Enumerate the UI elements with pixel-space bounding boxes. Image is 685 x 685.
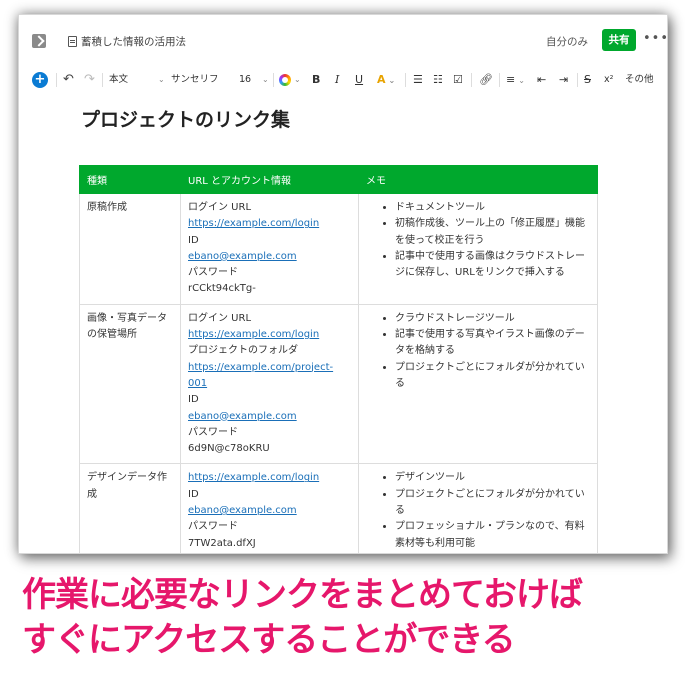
chevron-down-icon: ⌄ <box>262 75 269 84</box>
font-size-dropdown[interactable]: 16 ⌄ <box>239 67 275 93</box>
checklist-icon[interactable]: ☑ <box>453 67 463 93</box>
bold-button[interactable]: B <box>312 67 320 93</box>
app-window: 蓄積した情報の活用法 自分のみ 共有 ••• + ↶ ↷ 本文 ⌄ サンセリフ ⌄ … <box>18 14 668 554</box>
memo-bullet-item: 記事中で使用する画像はクラウドストレージに保存し、URLをリンクで挿入する <box>395 249 590 282</box>
font-size-value: 16 <box>239 74 252 85</box>
memo-bullet-item: クラウドストレージツール <box>395 311 590 327</box>
chevron-down-icon: ⌄ <box>388 76 396 85</box>
cell-text: 7TW2ata.dfXJ <box>188 537 256 549</box>
color-wheel-icon <box>279 73 291 86</box>
visibility-label[interactable]: 自分のみ <box>546 34 588 49</box>
insert-add-icon[interactable]: + <box>32 72 48 88</box>
toolbar-divider <box>56 73 57 87</box>
cell-text: rCCkt94ckTg- <box>188 283 256 295</box>
toolbar-divider <box>471 73 472 87</box>
toolbar-divider <box>273 73 274 87</box>
chevron-down-icon: ⌄ <box>158 75 165 84</box>
paragraph-style-value: 本文 <box>109 74 129 85</box>
chevron-down-icon: ⌄ <box>294 75 301 84</box>
align-icon[interactable]: ≡ ⌄ <box>506 67 525 93</box>
cell-text: パスワード <box>188 521 238 533</box>
table-cell-type[interactable]: 画像・写真データの保管場所 <box>79 303 181 465</box>
table-row: 画像・写真データの保管場所 ログイン URL https://example.c… <box>79 303 598 465</box>
top-bar: 蓄積した情報の活用法 自分のみ 共有 ••• <box>19 15 667 67</box>
superscript-button[interactable]: x² <box>604 67 613 93</box>
caption-line-1: 作業に必要なリンクをまとめておけば <box>22 575 583 615</box>
indent-icon[interactable]: ⇥ <box>559 67 568 93</box>
project-folder-link[interactable]: https://example.com/project-001 <box>188 362 333 389</box>
more-formatting-button[interactable]: その他 <box>625 67 654 93</box>
memo-bullet-item: ドキュメントツール <box>395 200 590 216</box>
italic-button[interactable]: I <box>335 67 339 93</box>
underline-button[interactable]: U <box>355 67 363 93</box>
highlight-button[interactable]: A ⌄ <box>377 67 395 93</box>
link-icon[interactable]: 🔗︎ <box>479 67 493 93</box>
highlight-icon: A <box>377 73 386 86</box>
login-url-link[interactable]: https://example.com/login <box>188 472 319 483</box>
column-header-type[interactable]: 種類 <box>79 165 181 194</box>
login-url-link[interactable]: https://example.com/login <box>188 329 319 340</box>
links-table: 種類 URL とアカウント情報 メモ 原稿作成 ログイン URL https:/… <box>79 165 598 553</box>
formatting-toolbar: + ↶ ↷ 本文 ⌄ サンセリフ ⌄ 16 ⌄ ⌄ B I U A ⌄ ☰ ☷ ☑ 🔗︎… <box>19 67 667 93</box>
cell-text: プロジェクトのフォルダ <box>188 345 298 357</box>
cell-text: ログイン URL <box>188 202 252 213</box>
note-icon <box>68 36 77 47</box>
undo-icon[interactable]: ↶ <box>63 67 74 93</box>
text-color-picker[interactable]: ⌄ <box>279 67 301 93</box>
email-link[interactable]: ebano@example.com <box>188 251 297 262</box>
toolbar-divider <box>405 73 406 87</box>
table-row: デザインデータ作成 https://example.com/login ID e… <box>79 463 598 553</box>
more-options-icon[interactable]: ••• <box>643 31 667 46</box>
toolbar-divider <box>577 73 578 87</box>
table-row: 原稿作成 ログイン URL https://example.com/login … <box>79 193 598 305</box>
memo-bullet-item: 記事で使用する写真やイラスト画像のデータを格納する <box>395 327 590 360</box>
toolbar-divider <box>499 73 500 87</box>
page-title[interactable]: プロジェクトのリンク集 <box>81 105 290 132</box>
table-header-row: 種類 URL とアカウント情報 メモ <box>79 165 598 194</box>
redo-icon[interactable]: ↷ <box>84 67 95 93</box>
cell-text: パスワード <box>188 426 238 438</box>
share-button[interactable]: 共有 <box>602 29 636 51</box>
memo-bullet-item: 初稿作成後、ツール上の「修正履歴」機能を使って校正を行う <box>395 216 590 249</box>
column-header-memo[interactable]: メモ <box>358 165 598 194</box>
font-family-value: サンセリフ <box>171 74 219 85</box>
cell-text: ID <box>188 488 199 500</box>
caption-line-2: すぐにアクセスすることができる <box>22 620 516 660</box>
table-cell-memo[interactable]: デザインツール プロジェクトごとにフォルダが分かれている プロフェッショナル・プ… <box>358 463 598 553</box>
outdent-icon[interactable]: ⇤ <box>537 67 546 93</box>
cell-text: 6d9N@c78oKRU <box>188 443 270 455</box>
email-link[interactable]: ebano@example.com <box>188 505 297 516</box>
font-family-dropdown[interactable]: サンセリフ ⌄ <box>171 67 247 93</box>
cell-text: ID <box>188 394 199 406</box>
chevron-down-icon: ⌄ <box>518 76 525 85</box>
cell-text: ID <box>188 234 199 246</box>
breadcrumb-note-title[interactable]: 蓄積した情報の活用法 <box>81 34 186 49</box>
table-cell-type[interactable]: 原稿作成 <box>79 193 181 305</box>
memo-bullet-item: プロジェクトごとにフォルダが分かれている <box>395 487 590 520</box>
memo-bullet-item: プロフェッショナル・プランなので、有料素材等も利用可能 <box>395 519 590 552</box>
cell-text: パスワード <box>188 267 238 279</box>
table-cell-memo[interactable]: ドキュメントツール 初稿作成後、ツール上の「修正履歴」機能を使って校正を行う 記… <box>358 193 598 305</box>
toolbar-divider <box>102 73 103 87</box>
email-link[interactable]: ebano@example.com <box>188 411 297 422</box>
bulleted-list-icon[interactable]: ☰ <box>413 67 423 93</box>
paragraph-style-dropdown[interactable]: 本文 ⌄ <box>109 67 165 93</box>
table-cell-type[interactable]: デザインデータ作成 <box>79 463 181 553</box>
strikethrough-icon[interactable]: S <box>584 67 591 93</box>
numbered-list-icon[interactable]: ☷ <box>433 67 443 93</box>
column-header-url-account[interactable]: URL とアカウント情報 <box>180 165 359 194</box>
memo-bullet-item: プロジェクトごとにフォルダが分かれている <box>395 360 590 393</box>
memo-bullet-item: デザインツール <box>395 470 590 486</box>
table-cell-info[interactable]: ログイン URL https://example.com/login ID eb… <box>180 193 359 305</box>
table-cell-info[interactable]: https://example.com/login ID ebano@examp… <box>180 463 359 553</box>
table-cell-info[interactable]: ログイン URL https://example.com/login プロジェク… <box>180 303 359 465</box>
login-url-link[interactable]: https://example.com/login <box>188 218 319 229</box>
cell-text: ログイン URL <box>188 312 252 324</box>
collapse-sidebar-icon[interactable] <box>32 34 46 48</box>
table-cell-memo[interactable]: クラウドストレージツール 記事で使用する写真やイラスト画像のデータを格納する プ… <box>358 303 598 465</box>
